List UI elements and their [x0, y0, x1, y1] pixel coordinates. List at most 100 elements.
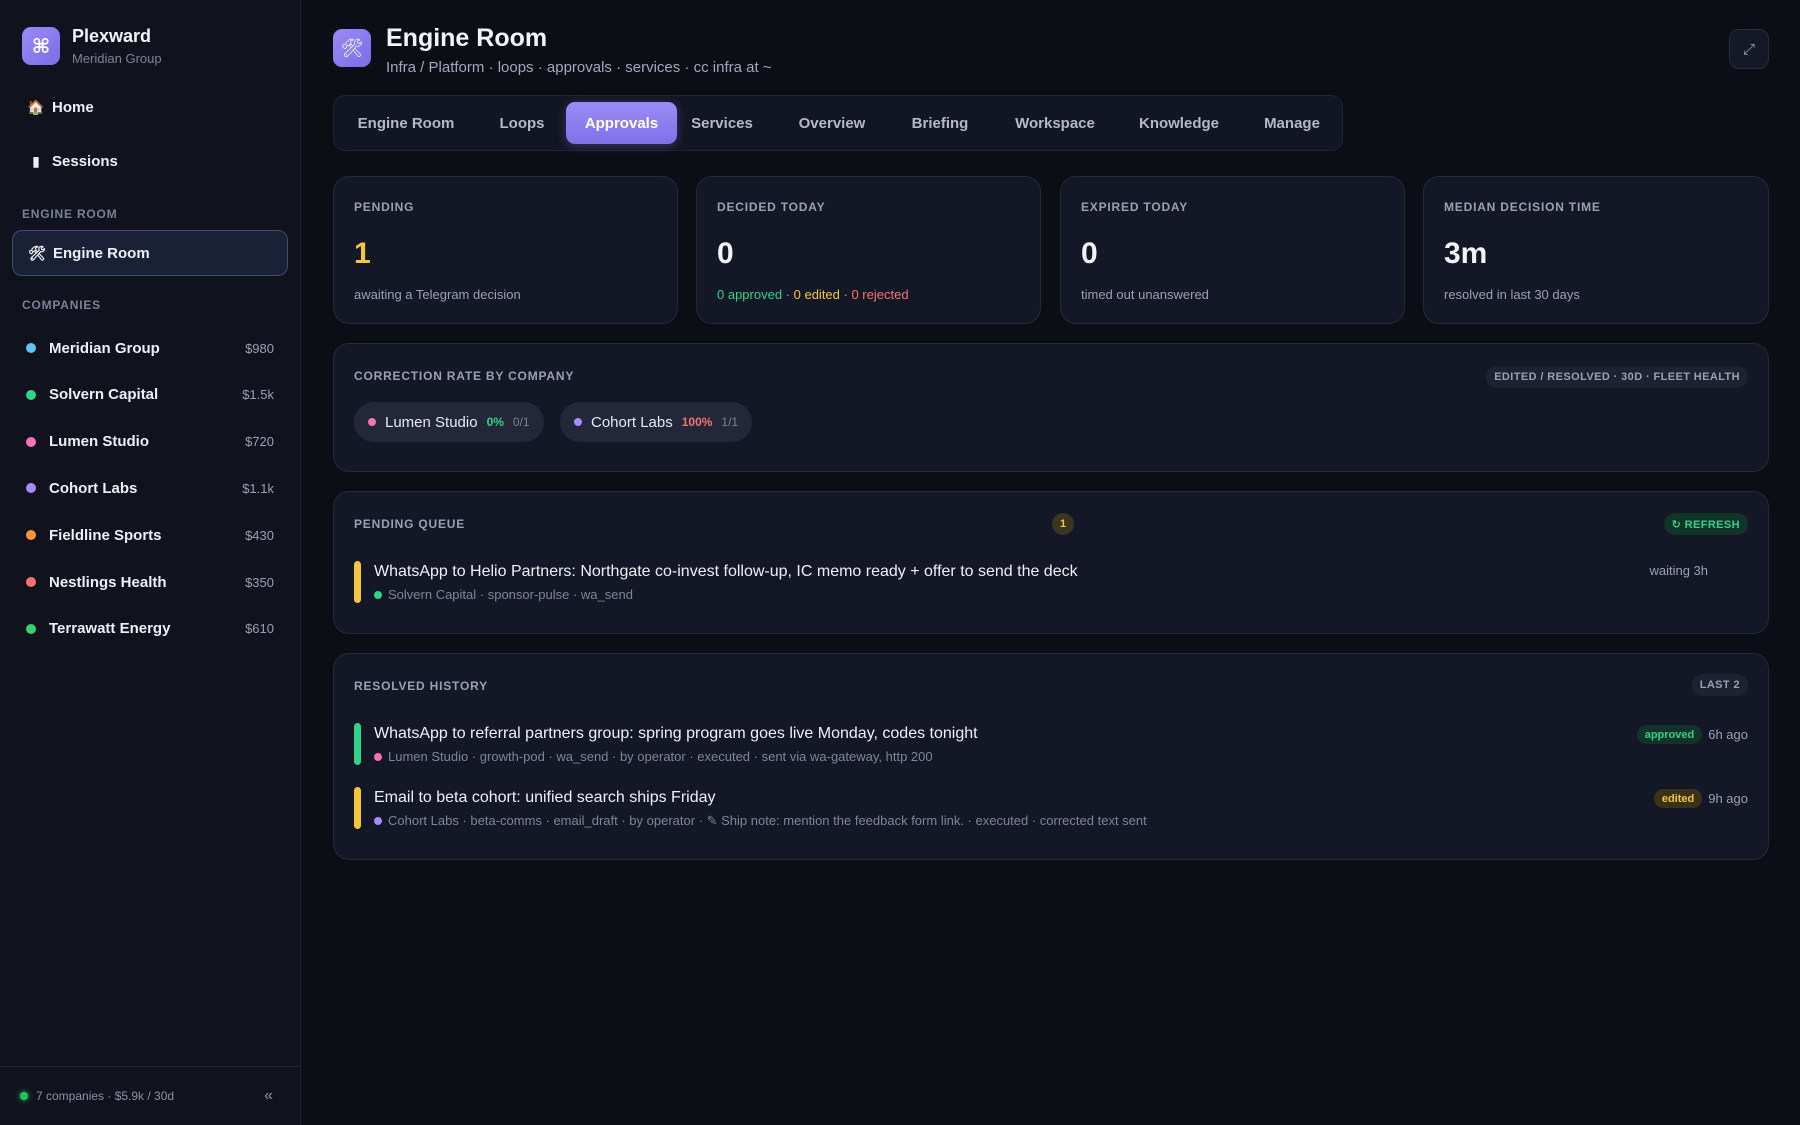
company-color-dot-icon — [26, 343, 36, 353]
company-spend: $610 — [245, 621, 274, 637]
stat-value: 0 — [1081, 237, 1098, 270]
sidebar: ⌘ Plexward Meridian Group 🏠 Home ▮ Sessi… — [0, 0, 301, 1125]
company-spend: $1.1k — [242, 480, 274, 496]
tab-services[interactable]: Services — [672, 102, 772, 144]
list-item[interactable]: Email to beta cohort: unified search shi… — [354, 787, 1748, 829]
tab-approvals[interactable]: Approvals — [566, 102, 677, 144]
sidebar-company-item[interactable]: Meridian Group $980 — [26, 333, 274, 363]
tools-icon: 🛠 — [28, 244, 46, 261]
company-name: Fieldline Sports — [49, 526, 162, 544]
company-color-dot-icon — [26, 436, 36, 447]
stat-note-breakdown: 0 approved · 0 edited · 0 rejected — [717, 287, 909, 302]
tab-overview[interactable]: Overview — [784, 102, 880, 144]
company-color-dot-icon — [374, 752, 382, 761]
stat-label: MEDIAN DECISION TIME — [1444, 200, 1601, 214]
status-bar — [354, 561, 361, 603]
stat-value: 0 — [717, 237, 734, 270]
nav-home[interactable]: 🏠 Home — [12, 85, 288, 129]
item-meta: Lumen Studio · growth-pod · wa_send · by… — [374, 749, 933, 764]
item-time: 9h ago — [1708, 791, 1748, 806]
list-item[interactable]: WhatsApp to Helio Partners: Northgate co… — [354, 561, 1748, 603]
refresh-button[interactable]: ↻ REFRESH — [1663, 513, 1748, 535]
stat-label: EXPIRED TODAY — [1081, 200, 1189, 214]
status-bar — [354, 723, 361, 765]
sidebar-footer: 7 companies · $5.9k / 30d « — [0, 1066, 301, 1125]
company-name: Cohort Labs — [591, 413, 673, 431]
status-badge: approved — [1636, 725, 1703, 744]
company-name: Lumen Studio — [49, 433, 149, 451]
brand[interactable]: ⌘ Plexward Meridian Group — [22, 26, 162, 66]
page-header: 🛠 Engine Room Infra / Platform · loops ·… — [333, 24, 772, 76]
status-dot-icon — [20, 1092, 28, 1100]
home-icon: 🏠 — [27, 98, 45, 115]
page-subtitle: Infra / Platform · loops · approvals · s… — [386, 59, 772, 76]
brand-org: Meridian Group — [72, 51, 162, 66]
stat-value: 3m — [1444, 237, 1488, 270]
collapse-sidebar-icon[interactable]: « — [264, 1087, 273, 1105]
pending-count-badge: 1 — [1052, 513, 1074, 535]
rejected-count: 0 rejected — [851, 287, 909, 302]
item-right: edited 9h ago — [1653, 789, 1748, 808]
card-title: PENDING QUEUE — [354, 517, 466, 531]
stat-value: 1 — [354, 237, 371, 270]
sidebar-company-item[interactable]: Nestlings Health $350 — [26, 567, 274, 597]
correction-rate-pill[interactable]: Cohort Labs 100% 1/1 — [560, 402, 753, 442]
company-color-dot-icon — [26, 389, 36, 400]
command-icon: ⌘ — [22, 27, 60, 65]
company-color-dot-icon — [374, 590, 382, 599]
company-spend: $980 — [245, 340, 274, 356]
section-label-companies: COMPANIES — [22, 298, 101, 312]
separator: · — [782, 287, 794, 302]
sidebar-company-item[interactable]: Terrawatt Energy $610 — [26, 614, 274, 644]
stat-label: DECIDED TODAY — [717, 200, 826, 214]
sidebar-company-item[interactable]: Solvern Capital $1.5k — [26, 380, 274, 410]
nav-sessions-label: Sessions — [52, 152, 118, 170]
company-color-dot-icon — [26, 530, 36, 541]
sidebar-company-item[interactable]: Lumen Studio $720 — [26, 427, 274, 457]
status-bar — [354, 787, 361, 829]
company-spend: $1.5k — [242, 387, 274, 403]
item-meta-text: Solvern Capital · sponsor-pulse · wa_sen… — [388, 587, 633, 602]
pending-queue-card: PENDING QUEUE 1 ↻ REFRESH WhatsApp to He… — [333, 491, 1769, 634]
stat-note: timed out unanswered — [1081, 287, 1209, 302]
list-item[interactable]: WhatsApp to referral partners group: spr… — [354, 723, 1748, 765]
section-label-engine-room: ENGINE ROOM — [22, 207, 118, 221]
item-title: WhatsApp to Helio Partners: Northgate co… — [374, 563, 1078, 580]
tab-bar: Engine Room Loops Approvals Services Overvie… — [333, 95, 1343, 151]
nav-engine-room[interactable]: 🛠 Engine Room — [12, 230, 288, 276]
footer-summary: 7 companies · $5.9k / 30d — [36, 1089, 175, 1103]
nav-home-label: Home — [52, 98, 94, 116]
item-meta-text: Lumen Studio · growth-pod · wa_send · by… — [388, 749, 933, 764]
company-color-dot-icon — [26, 483, 36, 494]
item-title: WhatsApp to referral partners group: spr… — [374, 725, 978, 742]
sessions-icon: ▮ — [32, 152, 40, 169]
company-name: Lumen Studio — [385, 413, 478, 431]
company-name: Nestlings Health — [49, 573, 167, 591]
company-name: Meridian Group — [49, 339, 160, 357]
item-time: 6h ago — [1708, 727, 1748, 742]
nav-sessions[interactable]: ▮ Sessions — [12, 139, 288, 183]
separator: · — [839, 287, 852, 302]
tab-engine-room[interactable]: Engine Room — [340, 102, 472, 144]
sidebar-company-item[interactable]: Fieldline Sports $430 — [26, 520, 274, 550]
correction-fraction: 0/1 — [512, 415, 530, 429]
page-title: Engine Room — [386, 24, 548, 52]
tab-briefing[interactable]: Briefing — [894, 102, 986, 144]
card-title: RESOLVED HISTORY — [354, 679, 488, 693]
expand-icon[interactable]: ⤢ — [1729, 29, 1769, 69]
tab-loops[interactable]: Loops — [484, 102, 560, 144]
stat-note: resolved in last 30 days — [1444, 287, 1580, 302]
history-count-tag: LAST 2 — [1691, 674, 1748, 696]
correction-rate-pill[interactable]: Lumen Studio 0% 0/1 — [354, 402, 544, 442]
correction-percent: 0% — [486, 415, 504, 429]
sidebar-company-item[interactable]: Cohort Labs $1.1k — [26, 473, 274, 503]
company-color-dot-icon — [374, 817, 382, 825]
tools-icon: 🛠 — [333, 29, 371, 67]
company-spend: $430 — [245, 527, 274, 543]
tab-workspace[interactable]: Workspace — [1000, 102, 1110, 144]
company-spend: $350 — [245, 574, 274, 590]
fleet-health-tag: EDITED / RESOLVED · 30D · FLEET HEALTH — [1486, 366, 1748, 388]
tab-manage[interactable]: Manage — [1247, 102, 1337, 144]
stat-card-decided-today: DECIDED TODAY 0 0 approved · 0 edited · … — [696, 176, 1041, 324]
tab-knowledge[interactable]: Knowledge — [1124, 102, 1234, 144]
